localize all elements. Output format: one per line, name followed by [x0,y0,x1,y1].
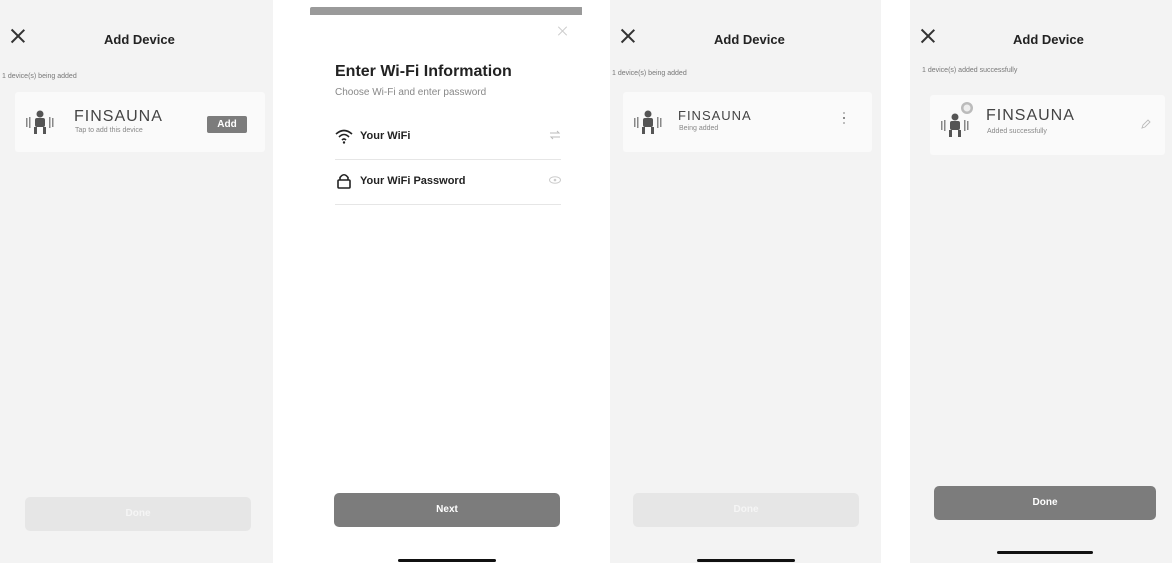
screen-wifi-info: Enter Wi-Fi Information Choose Wi-Fi and… [304,0,582,563]
page-title: Enter Wi-Fi Information [335,63,512,80]
brand-name: FINSAUNA [986,107,1075,124]
password-row[interactable]: Your WiFi Password [335,160,561,205]
brand-name: FINSAUNA [74,108,163,125]
home-indicator [398,559,496,562]
home-indicator [697,559,795,562]
screen-add-device-success: Add Device 1 device(s) added successfull… [910,0,1172,563]
device-status: Tap to add this device [75,127,143,134]
page-title: Add Device [714,32,785,47]
close-icon[interactable] [10,28,26,44]
done-button[interactable]: Done [633,493,859,527]
password-field[interactable]: Your WiFi Password [360,175,465,187]
wifi-icon [335,129,353,144]
device-card: FINSAUNA Added successfully [930,95,1165,155]
edit-icon[interactable] [1141,119,1151,129]
wifi-name: Your WiFi [360,130,411,142]
device-icon [26,110,54,134]
status-text: 1 device(s) added successfully [922,67,1018,74]
loading-icon [842,112,846,126]
home-indicator [997,551,1093,554]
page-subtitle: Choose Wi-Fi and enter password [335,87,487,98]
status-text: 1 device(s) being added [2,73,77,80]
add-button[interactable]: Add [207,116,247,133]
status-text: 1 device(s) being added [612,70,687,77]
page-title: Add Device [1013,32,1084,47]
screen-add-device-pending: Add Device 1 device(s) being added FINSA… [0,0,273,563]
swap-icon[interactable] [549,130,561,140]
eye-icon[interactable] [549,175,561,185]
device-status: Being added [679,125,719,132]
next-button[interactable]: Next [334,493,560,527]
sheet-backdrop [310,7,582,15]
done-button[interactable]: Done [934,486,1156,520]
wifi-select-row[interactable]: Your WiFi [335,115,561,160]
brand-name: FINSAUNA [678,108,752,123]
success-badge-icon [961,102,973,114]
device-icon [634,110,662,134]
device-card[interactable]: FINSAUNA Tap to add this device Add [15,92,265,152]
close-icon[interactable] [920,28,936,44]
device-card: FINSAUNA Being added [623,92,872,152]
page-title: Add Device [104,32,175,47]
close-icon[interactable] [558,26,568,36]
done-button[interactable]: Done [25,497,251,531]
screen-add-device-progress: Add Device 1 device(s) being added FINSA… [610,0,881,563]
device-status: Added successfully [987,128,1047,135]
lock-icon [337,173,351,189]
close-icon[interactable] [620,28,636,44]
device-icon [941,113,969,137]
